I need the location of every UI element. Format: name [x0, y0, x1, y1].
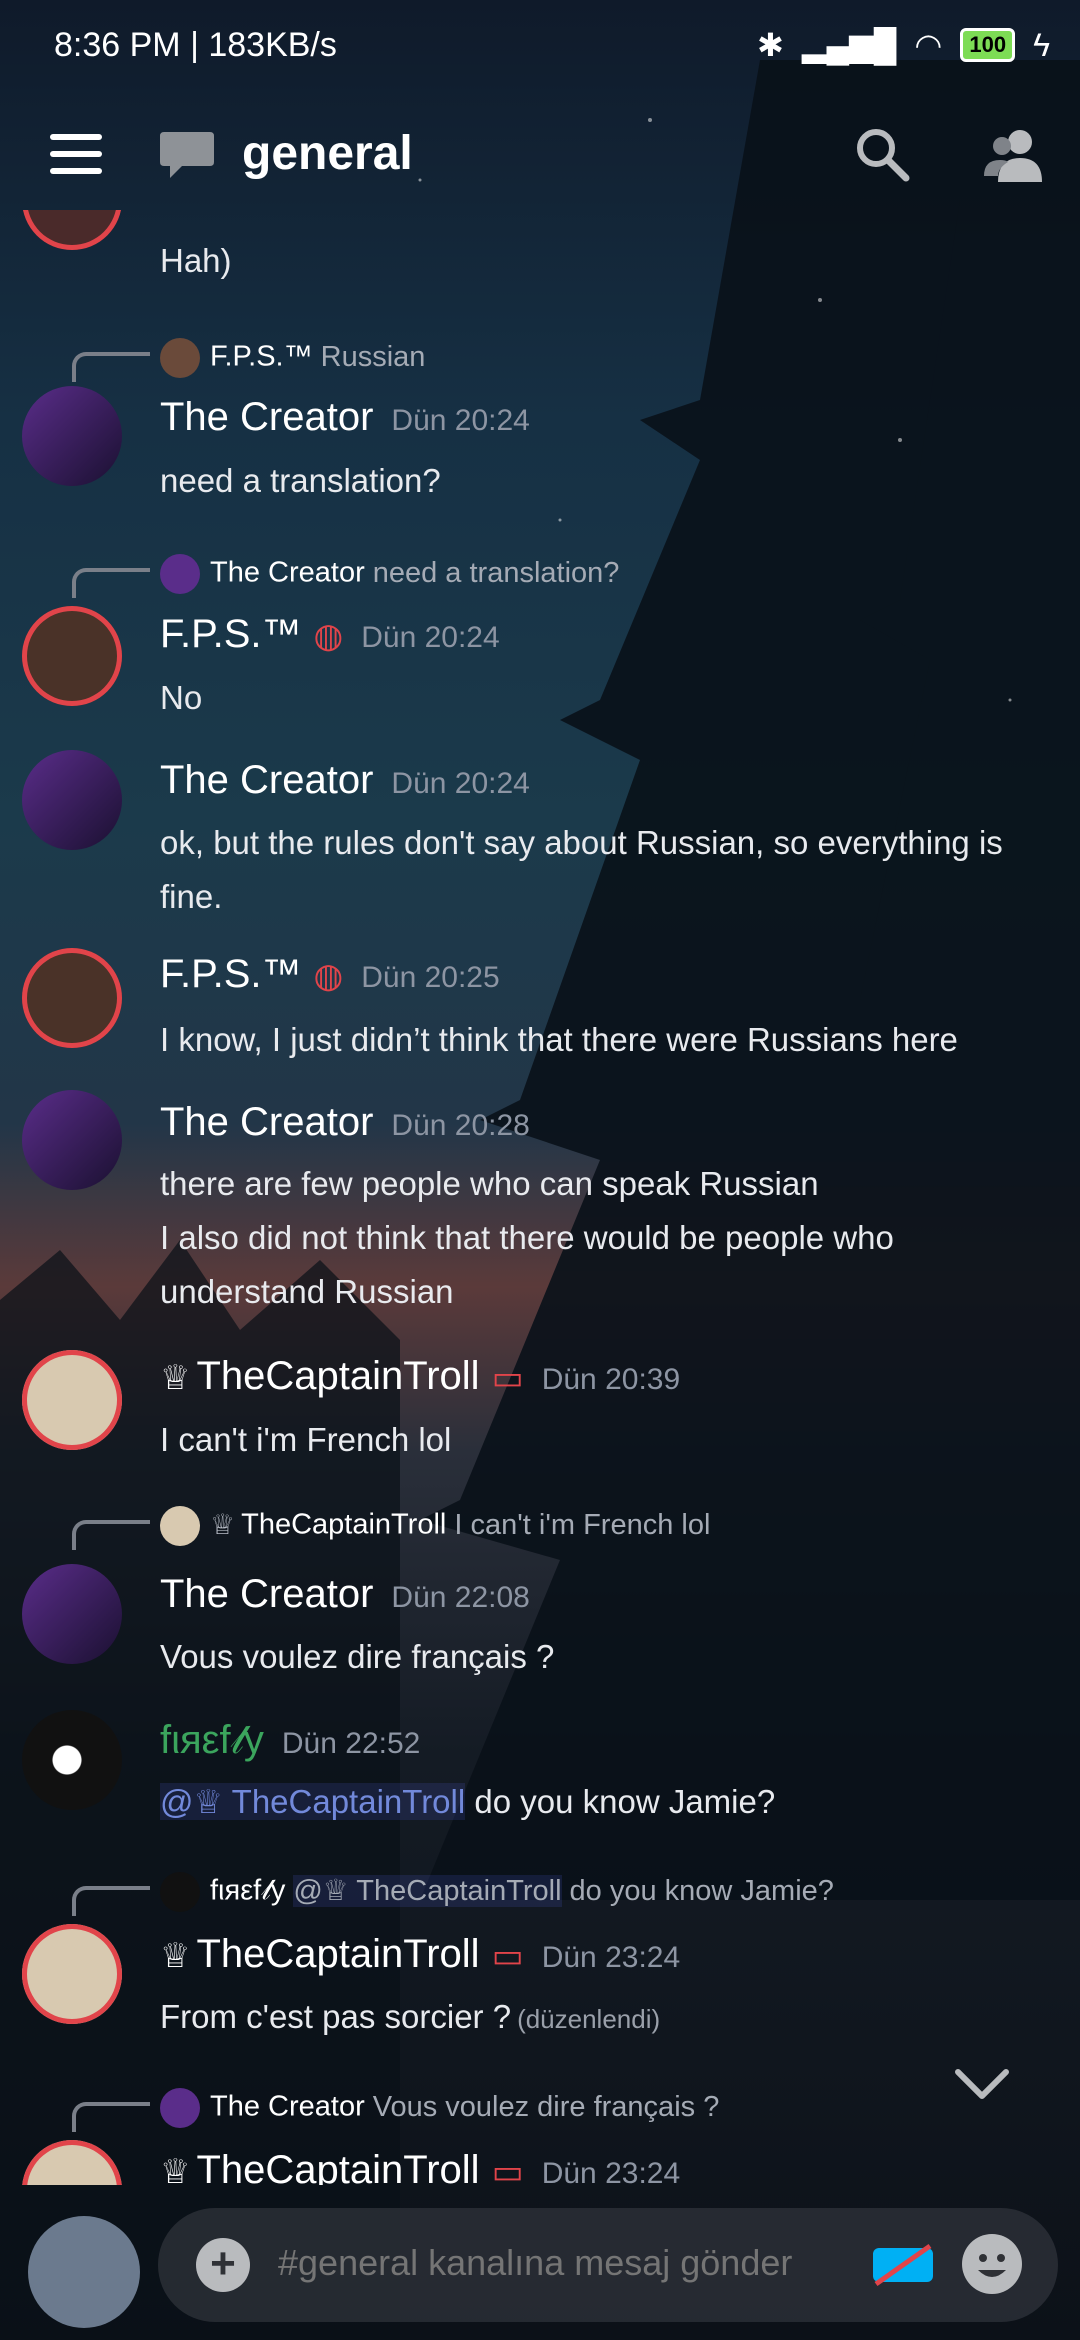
status-bar: 8:36 PM | 183KB/s ✱ ▂▄▆█ ◠ 100 ϟ: [0, 0, 1080, 96]
battery-level: 100: [960, 28, 1016, 62]
emoji-icon[interactable]: [962, 2234, 1022, 2294]
menu-icon[interactable]: [50, 134, 102, 174]
reply-preview[interactable]: ♕ TheCaptainTroll I can't i'm French lol: [160, 1506, 710, 1546]
message-list[interactable]: Hah) F.P.S.™ Russian The Creator Dün 20:24…: [0, 210, 1080, 2185]
username[interactable]: fιяεf𝓁y Dün 22:52: [160, 1718, 420, 1763]
avatar[interactable]: [22, 2140, 122, 2185]
avatar[interactable]: [22, 210, 122, 250]
username[interactable]: F.P.S.™ ◍ Dün 20:25: [160, 952, 500, 997]
status-icons: ✱ ▂▄▆█ ◠ 100 ϟ: [757, 26, 1050, 64]
avatar[interactable]: [22, 606, 122, 706]
crown-icon: ♕: [160, 1937, 191, 1975]
username[interactable]: The Creator Dün 20:24: [160, 758, 530, 803]
username[interactable]: ♕ TheCaptainTroll ▭ Dün 20:39: [160, 1354, 680, 1399]
reply-preview[interactable]: fιяεf𝓁y @♕ TheCaptainTroll do you know Jam…: [160, 1872, 834, 1912]
reply-avatar: [160, 1506, 200, 1546]
desktop-icon: ▭: [491, 1937, 524, 1975]
reply-avatar: [160, 338, 200, 378]
avatar[interactable]: [22, 1924, 122, 2024]
reply-avatar: [160, 554, 200, 594]
user-mention[interactable]: @♕ TheCaptainTroll: [160, 1783, 466, 1820]
timestamp: Dün 20:24: [391, 767, 530, 800]
reply-preview[interactable]: The Creator Vous voulez dire français ?: [160, 2088, 719, 2128]
message-input-container: +: [158, 2208, 1058, 2322]
chat-bubble-icon: [160, 132, 214, 178]
reply-avatar: [160, 2088, 200, 2128]
globe-icon: ◍: [313, 957, 344, 995]
channel-header: general: [0, 100, 1080, 210]
status-time: 8:36 PM | 183KB/s: [54, 26, 337, 64]
keyboard-icon[interactable]: [870, 2242, 936, 2288]
crown-icon: ♕: [160, 1359, 191, 1397]
avatar[interactable]: [22, 386, 122, 486]
avatar[interactable]: [22, 1090, 122, 1190]
timestamp: Dün 20:39: [541, 1363, 681, 1396]
avatar[interactable]: [22, 1350, 122, 1450]
avatar[interactable]: [22, 948, 122, 1048]
timestamp: Dün 22:52: [281, 1727, 421, 1760]
timestamp: Dün 23:24: [541, 1941, 681, 1974]
bluetooth-icon: ✱: [757, 27, 784, 63]
username[interactable]: The Creator Dün 22:08: [160, 1572, 530, 1617]
avatar[interactable]: [22, 1710, 122, 1810]
charging-icon: ϟ: [1033, 26, 1050, 63]
message-text: No: [160, 679, 203, 716]
desktop-icon: ▭: [491, 2153, 524, 2185]
plus-icon[interactable]: +: [196, 2238, 250, 2292]
timestamp: Dün 22:08: [391, 1581, 530, 1614]
avatar[interactable]: [28, 2216, 140, 2328]
message-text: Hah): [160, 242, 232, 279]
message-text: there are few people who can speak Russi…: [160, 1165, 894, 1310]
crown-icon: ♕: [160, 2153, 191, 2185]
username[interactable]: F.P.S.™ ◍ Dün 20:24: [160, 612, 500, 657]
username[interactable]: The Creator Dün 20:24: [160, 395, 530, 440]
message-input[interactable]: [278, 2242, 838, 2284]
message-text: @♕ TheCaptainTroll do you know Jamie?: [160, 1783, 776, 1820]
search-icon[interactable]: [852, 124, 912, 184]
username[interactable]: ♕ TheCaptainTroll ▭ Dün 23:24: [160, 2148, 680, 2185]
globe-icon: ◍: [313, 617, 344, 655]
timestamp: Dün 20:24: [391, 404, 530, 437]
message-text: I can't i'm French lol: [160, 1421, 452, 1458]
message-text: Vous voulez dire français ?: [160, 1638, 555, 1675]
message-text: ok, but the rules don't say about Russia…: [160, 824, 1003, 915]
message-text: need a translation?: [160, 462, 441, 499]
reply-avatar: [160, 1872, 200, 1912]
chevron-down-icon[interactable]: [952, 2064, 1012, 2104]
avatar[interactable]: [22, 750, 122, 850]
edited-label: (düzenlendi): [517, 2004, 661, 2034]
avatar[interactable]: [22, 1564, 122, 1664]
message-text: I know, I just didn’t think that there w…: [160, 1021, 958, 1058]
timestamp: Dün 23:24: [541, 2157, 681, 2185]
wifi-icon: ◠: [914, 27, 943, 63]
reply-preview[interactable]: F.P.S.™ Russian: [160, 338, 425, 378]
username[interactable]: ♕ TheCaptainTroll ▭ Dün 23:24: [160, 1932, 680, 1977]
username[interactable]: The Creator Dün 20:28: [160, 1100, 530, 1145]
members-icon[interactable]: [982, 124, 1046, 184]
channel-title: general: [242, 127, 413, 180]
signal-icon: ▂▄▆█: [801, 27, 897, 63]
timestamp: Dün 20:24: [361, 621, 500, 654]
message-composer: +: [0, 2192, 1080, 2340]
message-text: From c'est pas sorcier ? (düzenlendi): [160, 1998, 661, 2035]
desktop-icon: ▭: [491, 1359, 524, 1397]
timestamp: Dün 20:28: [391, 1109, 530, 1142]
reply-preview[interactable]: The Creator need a translation?: [160, 554, 619, 594]
timestamp: Dün 20:25: [361, 961, 500, 994]
